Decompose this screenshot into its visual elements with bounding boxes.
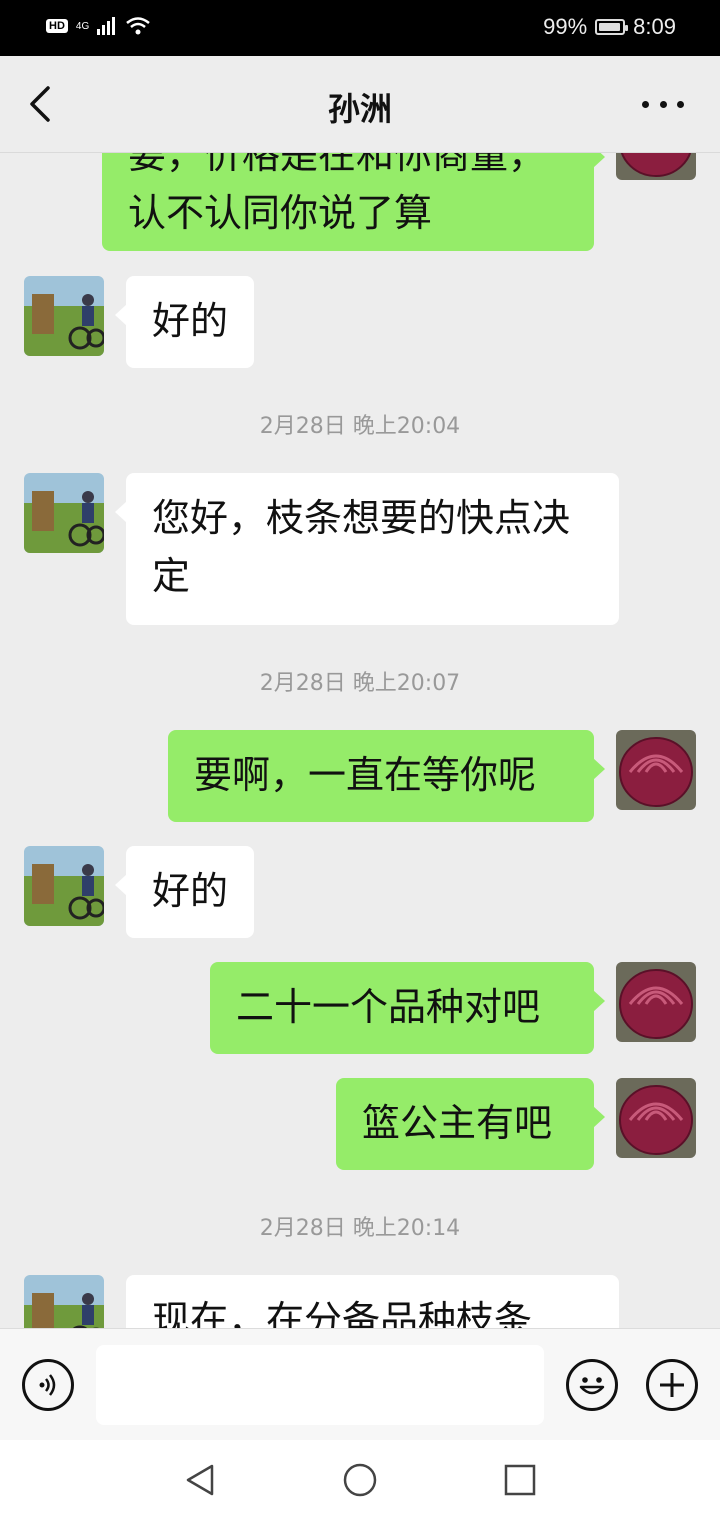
timestamp: 2月28日 晚上20:14 — [259, 1216, 461, 1241]
contact-avatar[interactable] — [24, 846, 104, 926]
message-bubble-incoming[interactable]: 您好，枝条想要的快点决定 — [115, 473, 619, 625]
status-bar: HD 4G 99% 8:09 — [0, 0, 720, 56]
voice-icon — [39, 1374, 56, 1396]
nav-back-icon — [186, 1464, 214, 1496]
my-avatar[interactable] — [616, 152, 696, 180]
message-bubble-incoming[interactable]: 现在，在分备品种枝条 — [126, 1275, 619, 1328]
message-text: 要，价格是在和你商量，认不认同你说了算 — [128, 152, 547, 235]
plus-icon — [660, 1373, 684, 1397]
contact-avatar[interactable] — [24, 276, 104, 356]
my-avatar[interactable] — [616, 962, 696, 1042]
nav-home-icon — [343, 1463, 377, 1497]
contact-avatar[interactable] — [24, 1275, 104, 1328]
message-text: 您好，枝条想要的快点决定 — [152, 496, 571, 598]
message-bubble-outgoing[interactable]: 篮公主有吧 — [336, 1078, 605, 1170]
network-type: 4G — [75, 20, 90, 32]
message-text: 好的 — [152, 299, 229, 343]
battery-percent: 99% — [543, 14, 588, 39]
timestamp: 2月28日 晚上20:04 — [259, 414, 461, 439]
wifi-icon — [126, 17, 151, 35]
nav-recent-button[interactable] — [500, 1460, 540, 1500]
voice-button[interactable] — [22, 1359, 74, 1411]
message-input[interactable] — [96, 1345, 544, 1425]
message-bubble-incoming[interactable]: 好的 — [114, 846, 255, 938]
message-bubble-incoming[interactable]: 好的 — [114, 276, 255, 368]
more-icon — [642, 100, 684, 108]
timestamp: 2月28日 晚上20:07 — [259, 671, 461, 696]
message-text: 好的 — [152, 869, 229, 913]
message-text: 二十一个品种对吧 — [236, 985, 541, 1029]
contact-avatar[interactable] — [24, 473, 104, 553]
clock: 8:09 — [633, 14, 676, 39]
message-text: 现在，在分备品种枝条 — [152, 1298, 533, 1328]
hd-icon: HD — [46, 19, 68, 33]
my-avatar[interactable] — [616, 730, 696, 810]
my-avatar[interactable] — [616, 1078, 696, 1158]
nav-back-button[interactable] — [180, 1460, 220, 1500]
emoji-icon — [579, 1377, 605, 1395]
message-bubble-outgoing[interactable]: 要啊，一直在等你呢 — [168, 730, 605, 822]
message-bubble-outgoing[interactable]: 要，价格是在和你商量，认不认同你说了算 — [102, 152, 605, 251]
message-text: 篮公主有吧 — [362, 1101, 553, 1145]
nav-home-button[interactable] — [340, 1460, 380, 1500]
chat-header: 孙洲 — [0, 56, 720, 153]
plus-button[interactable] — [646, 1359, 698, 1411]
battery-icon — [595, 19, 629, 35]
emoji-button[interactable] — [566, 1359, 618, 1411]
message-text: 要啊，一直在等你呢 — [194, 753, 537, 797]
more-button[interactable] — [642, 86, 684, 122]
input-bar — [0, 1328, 720, 1441]
system-nav-bar — [0, 1440, 720, 1520]
message-bubble-outgoing[interactable]: 二十一个品种对吧 — [210, 962, 605, 1054]
signal-icon — [97, 17, 116, 35]
chat-title: 孙洲 — [327, 90, 392, 128]
message-list[interactable]: 要，价格是在和你商量，认不认同你说了算 好的 2月28日 晚上20:04 您好，… — [0, 152, 720, 1328]
nav-recent-icon — [504, 1464, 536, 1496]
